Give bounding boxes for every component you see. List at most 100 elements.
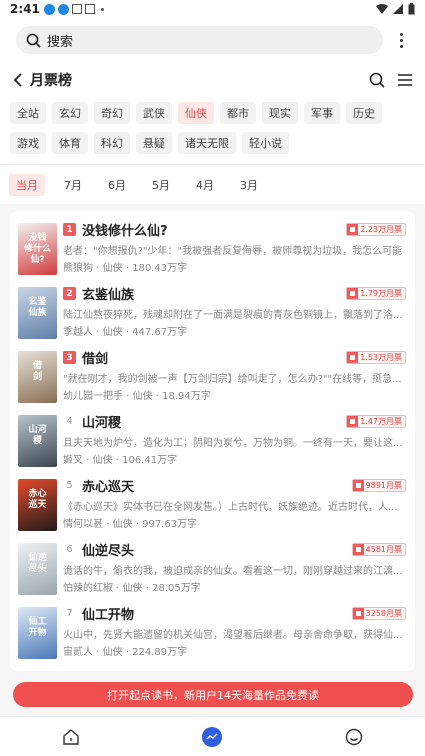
book-genre: 仙侠 [92, 455, 113, 466]
rank-number: 5 [66, 480, 73, 491]
ticket-icon [352, 480, 364, 491]
genre-tab[interactable]: 仙侠 [178, 102, 214, 124]
monthly-ticket-badge: 1.79万月票 [346, 287, 406, 300]
genre-tab[interactable]: 玄幻 [52, 102, 88, 124]
genre-tab[interactable]: 历史 [346, 102, 382, 124]
book-row[interactable]: 仙逆 尽头 6 仙逆尽头 4581月票 诡话的牛，偷衣的我，被迫成亲的仙女。看着这一切，刚… [10, 543, 415, 606]
genre-tab[interactable]: 诸天无限 [178, 132, 236, 154]
book-meta: 季越人 · 仙侠 · 447.67万字 [63, 323, 187, 338]
search-icon [26, 33, 41, 48]
book-author: 熊狼狗 [63, 263, 93, 274]
book-words: 106.41万字 [122, 455, 178, 466]
ticket-count: 3258月票 [365, 609, 402, 618]
book-description: 《赤心巡天》实体书已在全网发售。）上古时代，妖族绝迹。近古时代，人... [63, 502, 398, 513]
search-input[interactable]: 搜索 [16, 26, 383, 54]
genre-tab[interactable]: 全站 [10, 102, 46, 124]
back-arrow-icon[interactable] [12, 73, 24, 87]
meta-separator: · [142, 583, 153, 594]
book-row[interactable]: 仙工 开物 7 仙工开物 3258月票 火山中，先贤大能遗留的机关仙宫，渴望着后继者。母亲… [10, 607, 415, 670]
genre-tab[interactable]: 都市 [220, 102, 256, 124]
book-genre: 仙侠 [102, 327, 123, 338]
book-title[interactable]: 借剑 [82, 348, 108, 367]
book-meta: 姬叉 · 仙侠 · 106.41万字 [63, 451, 177, 466]
genre-tab[interactable]: 体育 [52, 132, 88, 154]
genre-tab[interactable]: 现实 [262, 102, 298, 124]
genre-tab[interactable]: 悬疑 [136, 132, 172, 154]
meta-separator: · [103, 519, 113, 530]
month-tab[interactable]: 4月 [189, 174, 221, 196]
book-genre: 仙侠 [102, 263, 123, 274]
cover-art-text: 山河稷 [28, 425, 47, 446]
nav-find[interactable] [192, 722, 232, 752]
cube-icon [71, 4, 82, 14]
book-meta: 熊狼狗 · 仙侠 · 180.43万字 [63, 259, 187, 274]
book-genre: 仙侠 [112, 519, 133, 530]
genre-tab[interactable]: 轻小说 [242, 132, 289, 154]
book-description: 且夫天地为炉兮，造化为工；阴阳为炭兮，万物为铜。一终有一天，要让这... [63, 438, 403, 449]
ticket-icon [352, 544, 364, 555]
genre-tab[interactable]: 科幻 [94, 132, 130, 154]
book-cover: 仙逆 尽头 [18, 543, 57, 595]
book-row[interactable]: 没钱 修什么仙? 1 没钱修什么仙? 2.23万月票 老者："你想报仇?"少年："我被强者… [10, 223, 415, 286]
book-title[interactable]: 玄鉴仙族 [82, 284, 134, 303]
find-icon [202, 726, 223, 747]
book-cover: 仙工 开物 [18, 607, 57, 659]
meta-separator: · [132, 519, 143, 530]
book-title[interactable]: 仙工开物 [82, 604, 134, 623]
genre-tab[interactable]: 军事 [304, 102, 340, 124]
ticket-icon [347, 288, 359, 299]
search-placeholder: 搜索 [47, 34, 74, 50]
book-words: 224.89万字 [132, 647, 188, 658]
search-icon[interactable] [369, 72, 385, 88]
book-author: 季越人 [63, 327, 93, 338]
monthly-ticket-badge: 2.23万月票 [346, 223, 406, 236]
ticket-count: 1.79万月票 [360, 289, 402, 298]
book-genre: 仙侠 [102, 647, 123, 658]
book-title[interactable]: 山河稷 [82, 412, 121, 431]
ticket-count: 1.47万月票 [360, 417, 402, 426]
book-author: 情何以甚 [63, 519, 103, 530]
more-vert-icon[interactable] [391, 32, 411, 48]
book-title[interactable]: 仙逆尽头 [82, 540, 134, 559]
book-row[interactable]: 玄鉴 仙族 2 玄鉴仙族 1.79万月票 陆江仙熬夜猝死，残魂却附在了一面满是裂痕的青灰色… [10, 287, 415, 350]
book-words: 180.43万字 [132, 263, 188, 274]
book-title[interactable]: 没钱修什么仙? [82, 220, 168, 239]
nav-home[interactable] [51, 722, 91, 752]
book-row[interactable]: 山河稷 4 山河稷 1.47万月票且夫天地为炉兮，造化为工；阴阳为炭兮，万物为铜。一终… [10, 415, 415, 478]
wifi-icon [376, 4, 388, 14]
month-tab[interactable]: 当月 [9, 173, 45, 196]
book-row[interactable]: 借剑 3 借剑 1.53万月票 "就在刚才，我的剑被一声【万剑归宗】给叫走了，怎么办?"… [10, 351, 415, 414]
cover-art-text: 仙逆 尽头 [28, 553, 47, 574]
open-app-banner[interactable]: 打开起点读书，新用户14天海量作品免费读 [13, 682, 413, 707]
book-cover: 赤心 巡天 [18, 479, 57, 531]
book-title[interactable]: 赤心巡天 [82, 476, 134, 495]
book-row[interactable]: 赤心 巡天 5 赤心巡天 9891月票 《赤心巡天》实体书已在全网发售。）上古时代，妖族绝… [10, 479, 415, 542]
book-description: 火山中，先贤大能遗留的机关仙宫，渴望着后继者。母亲舍命争取，获得仙... [63, 630, 403, 641]
rank-number: 4 [66, 416, 73, 427]
book-description: 老者："你想报仇?"少年："我被强者反复侮辱，被师尊视为垃圾，我怎么可能... [63, 246, 403, 257]
book-genre: 仙侠 [122, 583, 143, 594]
ticket-count: 4581月票 [365, 545, 402, 554]
ticket-icon [352, 608, 364, 619]
book-description: 陆江仙熬夜猝死，残魂却附在了一面满是裂痕的青灰色铜镜上，飘落到了洛... [63, 310, 403, 321]
book-author: 宙贰人 [63, 647, 93, 658]
cube-icon-2 [84, 4, 95, 14]
month-tab[interactable]: 6月 [101, 174, 133, 196]
ticket-icon [347, 416, 359, 427]
nav-me[interactable] [334, 722, 374, 752]
meta-separator: · [113, 583, 123, 594]
genre-tab[interactable]: 奇幻 [94, 102, 130, 124]
status-bar: 2:41 [0, 0, 425, 18]
month-filter: 当月 7月 6月 5月 4月 3月 [0, 164, 425, 204]
nav-bar: 月票榜 [0, 62, 425, 98]
cover-art-text: 借剑 [32, 361, 42, 382]
book-meta: 怕辣的红椒 · 仙侠 · 28.05万字 [63, 579, 201, 594]
month-tab[interactable]: 3月 [233, 174, 265, 196]
genre-tab[interactable]: 游戏 [10, 132, 46, 154]
book-meta: 情何以甚 · 仙侠 · 997.63万字 [63, 515, 197, 530]
ranking-list: 没钱 修什么仙? 1 没钱修什么仙? 2.23万月票 老者："你想报仇?"少年："我被强者… [10, 211, 415, 671]
month-tab[interactable]: 7月 [57, 174, 89, 196]
menu-icon[interactable] [397, 73, 413, 87]
genre-tab[interactable]: 武侠 [136, 102, 172, 124]
month-tab[interactable]: 5月 [145, 174, 177, 196]
